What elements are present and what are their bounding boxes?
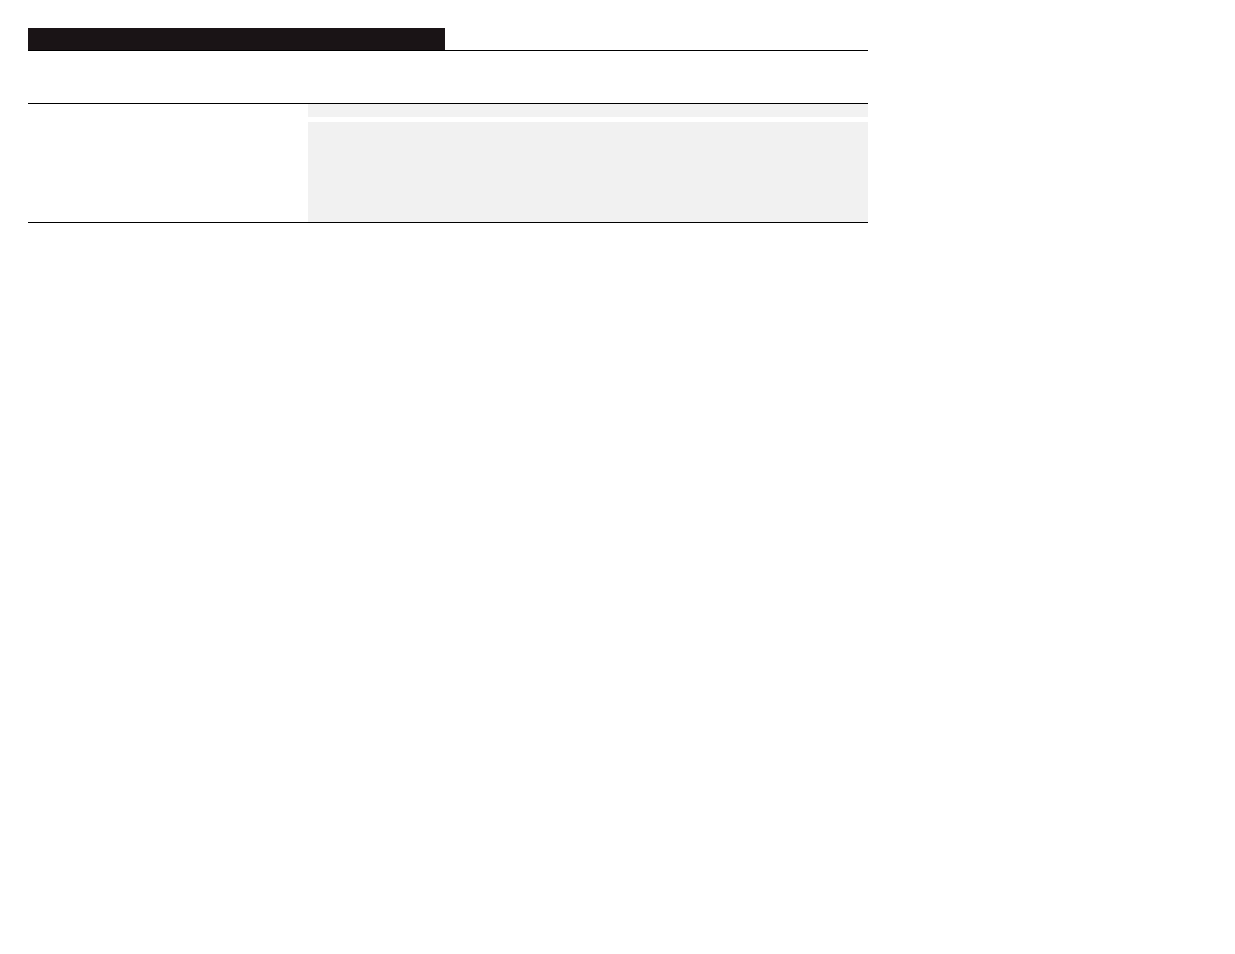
table-spacer-row [28, 51, 868, 104]
body-right-top-shade [308, 104, 868, 117]
table-header-row [28, 28, 868, 51]
table-body-row [28, 104, 868, 223]
document-page [0, 0, 1235, 223]
body-right-cell [308, 104, 868, 222]
body-right-main-shade [308, 122, 868, 222]
header-black-bar [28, 28, 445, 50]
table-container [28, 28, 868, 223]
header-empty-cell [445, 28, 868, 50]
body-left-cell [28, 104, 308, 222]
